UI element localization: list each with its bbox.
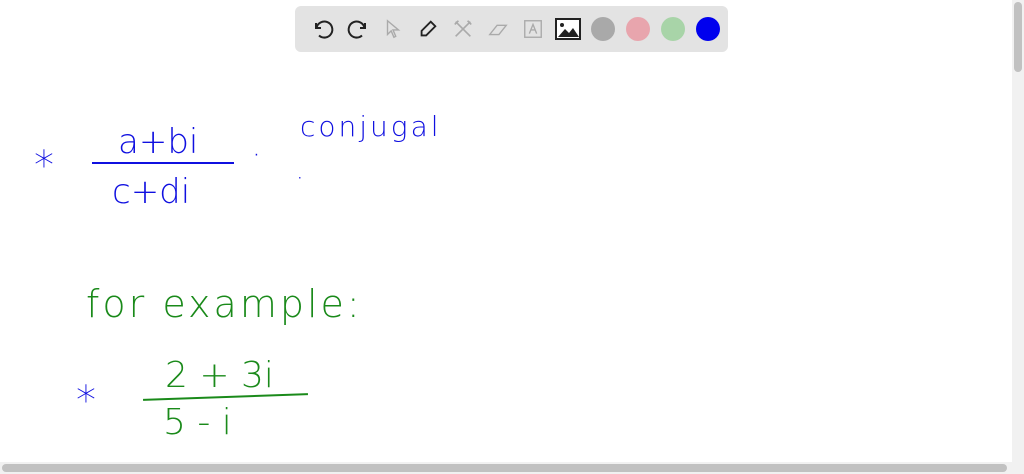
text-tool-icon[interactable] <box>515 12 550 47</box>
conjugal-note: conjugal <box>300 110 442 143</box>
example-label: for example: <box>86 282 363 326</box>
dot-mark: · <box>252 138 261 171</box>
horizontal-scrollbar[interactable] <box>0 462 1024 474</box>
color-green[interactable] <box>655 12 690 47</box>
color-gray[interactable] <box>585 12 620 47</box>
eraser-icon[interactable] <box>480 12 515 47</box>
bullet-star-2: * <box>76 378 96 424</box>
example-numerator: 2 + 3i <box>165 355 274 396</box>
undo-icon[interactable] <box>305 12 340 47</box>
select-cursor-icon[interactable] <box>375 12 410 47</box>
fraction-bar <box>92 162 234 164</box>
fraction-numerator: a+bi <box>118 122 199 162</box>
tools-icon[interactable] <box>445 12 480 47</box>
color-pink[interactable] <box>620 12 655 47</box>
drawing-toolbar <box>295 6 728 52</box>
horizontal-scroll-thumb[interactable] <box>2 464 1007 472</box>
example-denominator: 5 - i <box>163 402 232 443</box>
color-blue[interactable] <box>690 12 725 47</box>
vertical-scroll-thumb[interactable] <box>1014 2 1022 72</box>
dot-mark-2: · <box>296 164 304 192</box>
bullet-star: * <box>34 143 54 189</box>
redo-icon[interactable] <box>340 12 375 47</box>
fraction-denominator: c+di <box>112 172 191 212</box>
image-icon[interactable] <box>550 12 585 47</box>
pen-icon[interactable] <box>410 12 445 47</box>
vertical-scrollbar[interactable] <box>1012 0 1024 462</box>
